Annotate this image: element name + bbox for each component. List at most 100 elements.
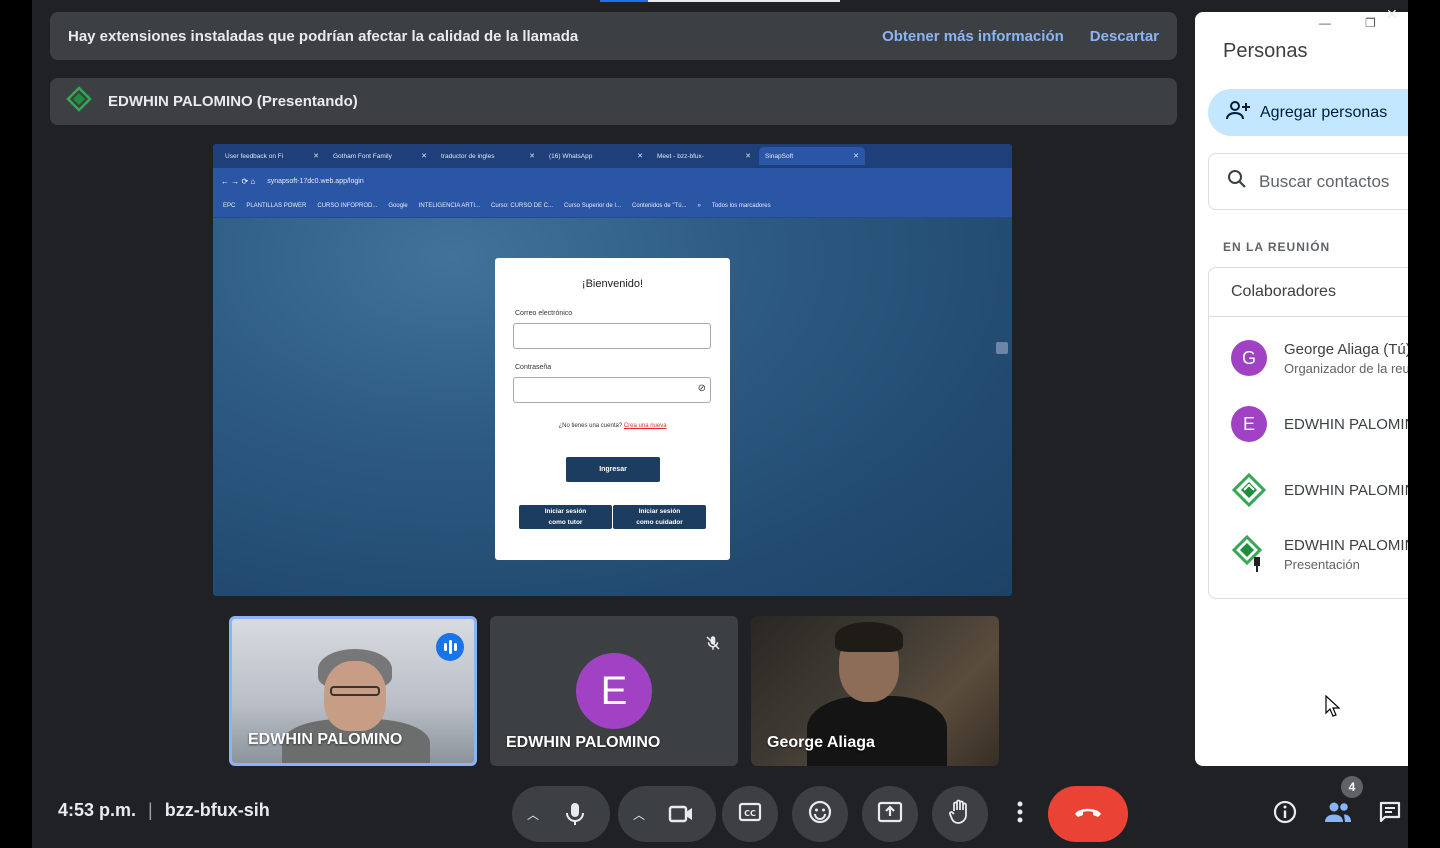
meet-window: Hay extensiones instaladas que podrían a… xyxy=(32,0,1408,848)
presentation-diamond-icon xyxy=(1231,472,1267,508)
mic-icon[interactable] xyxy=(547,801,603,827)
search-icon xyxy=(1227,169,1247,194)
browser-tab: User feedback on Fi ✕ xyxy=(225,152,319,161)
presenter-bar: EDWHIN PALOMINO (Presentando) xyxy=(50,78,1177,125)
more-vert-icon xyxy=(1017,801,1023,828)
create-account-link: Crea una nueva xyxy=(623,423,667,429)
maximize-icon[interactable]: ❐ xyxy=(1365,16,1376,30)
email-field xyxy=(513,323,711,349)
chat-button[interactable] xyxy=(1368,792,1408,836)
participant-row-name: EDWHIN PALOMIN xyxy=(1284,536,1408,554)
dismiss-link[interactable]: Descartar xyxy=(1090,28,1159,45)
browser-nav-icons: ← → ⟳ ⌂ xyxy=(221,176,256,186)
participant-video-face xyxy=(324,661,386,731)
browser-tab: Gotham Font Family ✕ xyxy=(333,152,427,161)
info-icon xyxy=(1273,800,1297,829)
mouse-cursor-icon xyxy=(1325,694,1341,724)
clock: 4:53 p.m. xyxy=(58,800,137,820)
bookmark: Contenidos de "Tú... xyxy=(632,202,687,209)
presentation-pin-icon xyxy=(1231,535,1267,572)
camera-icon[interactable] xyxy=(653,804,709,824)
meeting-details-button[interactable] xyxy=(1263,792,1307,836)
captions-icon: CC xyxy=(738,802,762,827)
participant-row[interactable]: G George Aliaga (Tú) Organizador de la r… xyxy=(1231,340,1408,376)
participant-row-role: Organizador de la reu xyxy=(1284,360,1408,376)
speaking-indicator-icon xyxy=(436,633,464,661)
eye-off-icon: ⊘ xyxy=(697,383,706,394)
bookmark: Curso: CURSO DE C... xyxy=(491,202,554,209)
add-people-button[interactable]: Agregar personas xyxy=(1208,89,1408,136)
participant-row[interactable]: EDWHIN PALOMIN Presentación xyxy=(1231,535,1408,572)
audio-options-chevron-icon[interactable]: ︿ xyxy=(519,806,547,823)
collaborators-group: Colaboradores G George Aliaga (Tú) Organ… xyxy=(1208,267,1408,599)
login-title: ¡Bienvenido! xyxy=(581,278,644,290)
participant-name: George Aliaga xyxy=(767,734,875,751)
more-options-button[interactable] xyxy=(1002,786,1038,842)
participant-name: EDWHIN PALOMINO xyxy=(248,731,403,748)
more-info-link[interactable]: Obtener más información xyxy=(882,28,1064,45)
hand-icon xyxy=(949,799,971,830)
participant-video xyxy=(807,696,947,766)
extension-icon xyxy=(996,342,1008,354)
password-label: Contraseña xyxy=(515,364,552,371)
login-submit-button: Ingresar xyxy=(566,457,660,482)
end-call-button[interactable] xyxy=(1048,786,1128,842)
browser-tab: Meet - bzz-bfux- ✕ xyxy=(657,152,751,161)
presenter-label: EDWHIN PALOMINO (Presentando) xyxy=(108,93,358,110)
search-contacts-input[interactable]: Buscar contactos xyxy=(1208,153,1408,210)
browser-tab-active: SinapSoft ✕ xyxy=(759,147,865,165)
reactions-button[interactable] xyxy=(792,786,848,842)
presentation-diamond-icon xyxy=(66,86,92,117)
password-field: ⊘ xyxy=(513,377,711,403)
people-button[interactable] xyxy=(1316,792,1360,836)
camera-control-group: ︿ xyxy=(618,786,716,842)
login-card: ¡Bienvenido! Correo electrónico Contrase… xyxy=(495,258,730,560)
bookmark: Todos los marcadores xyxy=(711,202,771,209)
browser-bookmarks-bar: EPC PLANTILLAS POWER CURSO INFOPROD... G… xyxy=(213,194,1012,218)
participant-row-name: EDWHIN PALOMIN xyxy=(1284,481,1408,499)
people-icon xyxy=(1324,801,1352,828)
emoji-icon xyxy=(808,800,832,829)
participant-video-glasses xyxy=(330,686,380,696)
people-panel: — ❐ Personas Agregar personas Buscar con… xyxy=(1195,12,1408,766)
captions-button[interactable]: CC xyxy=(722,786,778,842)
video-options-chevron-icon[interactable]: ︿ xyxy=(625,806,653,823)
extensions-warning-banner: Hay extensiones instaladas que podrían a… xyxy=(50,12,1177,60)
bookmark: EPC xyxy=(223,202,236,209)
bookmark: INTELIGENCIA ARTI... xyxy=(418,202,480,209)
participant-tile[interactable]: George Aliaga xyxy=(751,616,999,766)
participant-tile[interactable]: EDWHIN PALOMINO xyxy=(229,616,477,766)
separator: | xyxy=(148,800,153,820)
raise-hand-button[interactable] xyxy=(932,786,988,842)
present-screen-button[interactable] xyxy=(862,786,918,842)
bookmark: » xyxy=(697,202,701,209)
avatar: E xyxy=(576,653,652,729)
participant-row[interactable]: EDWHIN PALOMIN xyxy=(1231,472,1408,508)
collaborators-header[interactable]: Colaboradores xyxy=(1209,268,1408,317)
login-as-caregiver-button: Iniciar sesión como cuidador xyxy=(613,505,706,529)
bookmark: Curso Superior de I... xyxy=(564,202,622,209)
email-label: Correo electrónico xyxy=(515,310,573,317)
meeting-code: bzz-bfux-sih xyxy=(164,800,270,820)
bookmark: CURSO INFOPROD... xyxy=(317,202,378,209)
participant-row-name: George Aliaga (Tú) xyxy=(1284,340,1408,358)
present-icon xyxy=(877,801,903,828)
browser-tab-strip: User feedback on Fi ✕ Gotham Font Family ✕… xyxy=(213,144,1012,168)
login-as-tutor-button: Iniciar sesión como tutor xyxy=(519,505,612,529)
minimize-icon[interactable]: — xyxy=(1319,16,1331,30)
close-icon[interactable]: ✕ xyxy=(1386,6,1398,23)
avatar: G xyxy=(1231,340,1267,376)
browser-address-bar: ← → ⟳ ⌂ synapsoft-17dc0.web.app/login xyxy=(213,168,1012,194)
chat-icon xyxy=(1378,800,1402,829)
browser-tab: traductor de ingles ✕ xyxy=(441,152,535,161)
banner-message: Hay extensiones instaladas que podrían a… xyxy=(68,27,579,45)
participant-tile[interactable]: E EDWHIN PALOMINO xyxy=(490,616,738,766)
participant-video-hair xyxy=(835,622,903,652)
no-account-text: ¿No tienes una cuenta? Crea una nueva xyxy=(558,423,667,429)
add-people-label: Agregar personas xyxy=(1260,103,1388,121)
browser-tab: (16) WhatsApp ✕ xyxy=(549,152,643,161)
meeting-info: 4:53 p.m. | bzz-bfux-sih xyxy=(58,800,270,821)
participant-row[interactable]: E EDWHIN PALOMIN xyxy=(1231,406,1408,442)
mic-off-icon xyxy=(704,634,722,657)
search-placeholder: Buscar contactos xyxy=(1259,171,1390,191)
